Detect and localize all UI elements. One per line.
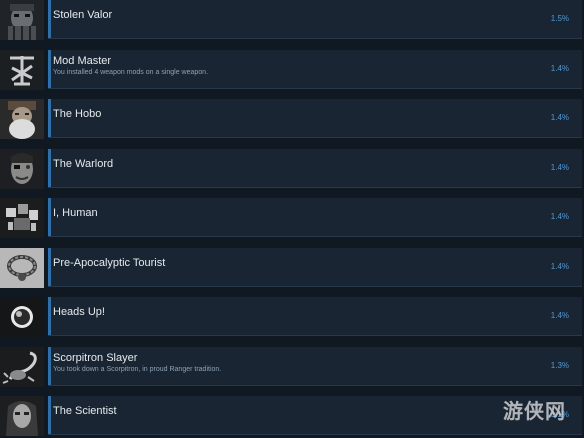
achievement-percent: 1.4% — [550, 64, 569, 73]
progress-indicator — [48, 396, 51, 434]
achievement-bar: I, Human 1.4% — [48, 198, 582, 237]
achievement-row[interactable]: Heads Up! 1.4% — [0, 297, 584, 337]
orb-icon — [0, 297, 44, 337]
achievement-percent: 1.4% — [550, 113, 569, 122]
progress-indicator — [48, 99, 51, 137]
achievement-title: The Warlord — [53, 158, 114, 170]
achievement-row[interactable]: Stolen Valor 1.5% — [0, 0, 584, 40]
weapon-glyph-icon — [0, 50, 44, 90]
achievement-description: You took down a Scorpitron, in proud Ran… — [53, 366, 222, 373]
achievement-title: Stolen Valor — [53, 9, 113, 21]
achievement-percent: 1.4% — [550, 262, 569, 271]
progress-indicator — [48, 248, 51, 286]
achievement-title: Heads Up! — [53, 306, 105, 318]
site-watermark: 游侠网 — [503, 399, 566, 423]
achievement-row[interactable]: Pre-Apocalyptic Tourist 1.4% — [0, 248, 584, 288]
achievement-bar: The Hobo 1.4% — [48, 99, 582, 138]
achievement-row[interactable]: The Warlord 1.4% — [0, 149, 584, 189]
achievement-percent: 1.3% — [550, 361, 569, 370]
progress-indicator — [48, 297, 51, 335]
achievement-bar: Heads Up! 1.4% — [48, 297, 582, 336]
necklace-icon — [0, 248, 44, 288]
helmet-portrait-icon — [0, 0, 44, 40]
achievement-bar: The Warlord 1.4% — [48, 149, 582, 188]
achievement-bar: The Scientist 1.1% — [48, 396, 582, 435]
achievement-percent: 1.4% — [550, 212, 569, 221]
warlord-face-icon — [0, 149, 44, 189]
achievement-percent: 1.4% — [550, 311, 569, 320]
achievement-title: Mod Master — [53, 55, 112, 67]
progress-indicator — [48, 347, 51, 385]
robot-parts-icon — [0, 198, 44, 238]
scientist-face-icon — [0, 396, 44, 436]
achievement-row[interactable]: Mod Master You installed 4 weapon mods o… — [0, 50, 584, 90]
achievement-title: Pre-Apocalyptic Tourist — [53, 257, 166, 269]
progress-indicator — [48, 198, 51, 236]
achievement-list: Stolen Valor 1.5% Mod Master You install… — [0, 0, 584, 438]
achievement-row[interactable]: The Scientist 1.1% — [0, 396, 584, 436]
bearded-man-icon — [0, 99, 44, 139]
achievement-title: The Hobo — [53, 108, 102, 120]
achievement-bar: Pre-Apocalyptic Tourist 1.4% — [48, 248, 582, 287]
achievement-description: You installed 4 weapon mods on a single … — [53, 69, 209, 76]
achievement-row[interactable]: Scorpitron Slayer You took down a Scorpi… — [0, 347, 584, 387]
scorpion-icon — [0, 347, 44, 387]
achievement-title: The Scientist — [53, 405, 117, 417]
achievement-bar: Scorpitron Slayer You took down a Scorpi… — [48, 347, 582, 386]
achievement-row[interactable]: The Hobo 1.4% — [0, 99, 584, 139]
achievement-percent: 1.5% — [550, 14, 569, 23]
achievement-row[interactable]: I, Human 1.4% — [0, 198, 584, 238]
achievement-percent: 1.4% — [550, 163, 569, 172]
achievement-title: Scorpitron Slayer — [53, 352, 138, 364]
achievement-bar: Stolen Valor 1.5% — [48, 0, 582, 39]
progress-indicator — [48, 149, 51, 187]
achievement-title: I, Human — [53, 207, 98, 219]
progress-indicator — [48, 50, 51, 88]
achievement-bar: Mod Master You installed 4 weapon mods o… — [48, 50, 582, 89]
progress-indicator — [48, 0, 51, 38]
